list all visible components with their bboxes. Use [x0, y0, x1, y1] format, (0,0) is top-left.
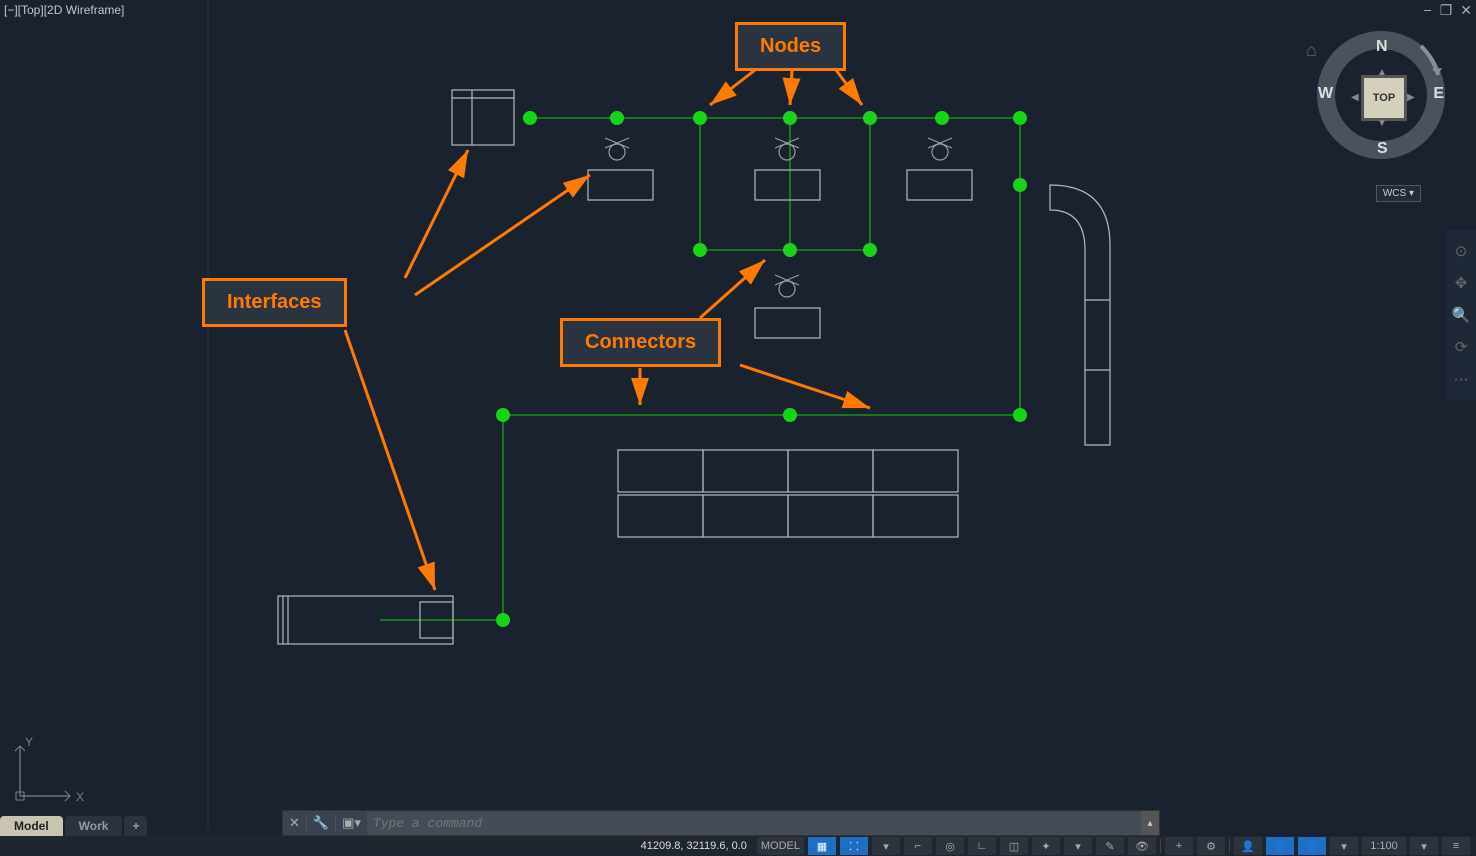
- restore-button[interactable]: ❐: [1440, 3, 1453, 17]
- compass-s[interactable]: S: [1377, 140, 1388, 158]
- minimize-button[interactable]: −: [1424, 3, 1432, 17]
- status-angle-icon[interactable]: ⌐: [904, 837, 932, 855]
- command-line[interactable]: ✕ 🔧 ▣▾ ▴: [282, 810, 1160, 836]
- home-icon[interactable]: ⌂: [1306, 40, 1317, 61]
- status-dropdown-2[interactable]: ▾: [1064, 837, 1092, 855]
- callout-connectors-label: Connectors: [585, 331, 696, 353]
- tab-add[interactable]: +: [124, 816, 147, 836]
- close-button[interactable]: ✕: [1460, 3, 1472, 17]
- nav-more-icon[interactable]: ⋯: [1450, 368, 1472, 390]
- status-coords: 41209.8, 32119.6, 0.0: [641, 840, 747, 852]
- viewport-title-bar: [−][Top][2D Wireframe] − ❐ ✕: [0, 0, 1476, 20]
- callout-interfaces-label: Interfaces: [227, 291, 322, 313]
- ucs-y-label: Y: [25, 735, 33, 749]
- status-plus-icon[interactable]: +: [1165, 837, 1193, 855]
- status-polar-icon[interactable]: ◎: [936, 837, 964, 855]
- command-input[interactable]: [367, 812, 1141, 835]
- ucs-x-label: X: [76, 790, 84, 804]
- status-person3-icon[interactable]: 👤: [1298, 837, 1326, 855]
- viewcube-arrow-right[interactable]: ▶: [1407, 92, 1415, 103]
- status-osnap-icon[interactable]: ✦: [1032, 837, 1060, 855]
- status-dropdown-1[interactable]: ▾: [872, 837, 900, 855]
- status-snap-icon[interactable]: ⸬: [840, 837, 868, 855]
- interface-blocks[interactable]: [278, 90, 1110, 644]
- node-markers[interactable]: [496, 111, 1027, 627]
- command-settings-icon[interactable]: 🔧: [307, 815, 336, 831]
- drawing-canvas[interactable]: [0, 0, 1476, 856]
- layout-tabs: Model Work +: [0, 814, 149, 836]
- command-prompt-icon[interactable]: ▣▾: [336, 815, 367, 831]
- compass-e[interactable]: E: [1433, 85, 1444, 103]
- nav-orbit-icon[interactable]: ⟳: [1450, 336, 1472, 358]
- nav-pan-icon[interactable]: ✥: [1450, 272, 1472, 294]
- callout-nodes-label: Nodes: [760, 35, 821, 57]
- callout-interfaces: Interfaces: [202, 278, 347, 327]
- viewcube-arrow-down[interactable]: ▼: [1377, 118, 1387, 129]
- callout-connectors: Connectors: [560, 318, 721, 367]
- status-bar: 41209.8, 32119.6, 0.0 MODEL ▦ ⸬ ▾ ⌐ ◎ ∟ …: [0, 836, 1476, 856]
- status-scale[interactable]: 1:100: [1362, 837, 1406, 855]
- viewcube-arrow-up[interactable]: ▲: [1377, 67, 1387, 78]
- status-grid-icon[interactable]: ▦: [808, 837, 836, 855]
- status-dropdown-3[interactable]: ▾: [1330, 837, 1358, 855]
- view-cube-face[interactable]: TOP: [1361, 75, 1407, 121]
- command-close-icon[interactable]: ✕: [283, 815, 307, 831]
- status-transparency-icon[interactable]: 👁: [1128, 837, 1156, 855]
- compass-n[interactable]: N: [1376, 38, 1388, 56]
- status-person2-icon[interactable]: 👤: [1266, 837, 1294, 855]
- status-menu-icon[interactable]: ≡: [1442, 837, 1470, 855]
- status-lineweight-icon[interactable]: ✎: [1096, 837, 1124, 855]
- window-controls: − ❐ ✕: [1424, 3, 1476, 17]
- compass-w[interactable]: W: [1318, 85, 1333, 103]
- viewport-label[interactable]: [−][Top][2D Wireframe]: [4, 3, 124, 17]
- status-ortho-icon[interactable]: ∟: [968, 837, 996, 855]
- status-dropdown-4[interactable]: ▾: [1410, 837, 1438, 855]
- connector-lines: [380, 118, 1020, 620]
- status-iso-icon[interactable]: ◫: [1000, 837, 1028, 855]
- command-history-expand[interactable]: ▴: [1141, 811, 1159, 835]
- wcs-indicator[interactable]: WCS ▾: [1376, 185, 1421, 202]
- nav-wheel-icon[interactable]: ⊙: [1450, 240, 1472, 262]
- navigation-bar: ⊙ ✥ 🔍 ⟳ ⋯: [1446, 230, 1476, 400]
- ucs-icon[interactable]: X Y: [10, 731, 90, 811]
- status-gear-icon[interactable]: ⚙: [1197, 837, 1225, 855]
- tab-model[interactable]: Model: [0, 816, 63, 836]
- status-person1-icon[interactable]: 👤: [1234, 837, 1262, 855]
- viewcube-arrow-left[interactable]: ◀: [1351, 92, 1359, 103]
- callout-nodes: Nodes: [735, 22, 846, 71]
- status-model-button[interactable]: MODEL: [757, 837, 804, 855]
- view-cube[interactable]: TOP N S E W ▲ ▼ ◀ ▶ ⌂: [1306, 20, 1456, 180]
- nav-zoom-icon[interactable]: 🔍: [1450, 304, 1472, 326]
- tab-work[interactable]: Work: [65, 816, 123, 836]
